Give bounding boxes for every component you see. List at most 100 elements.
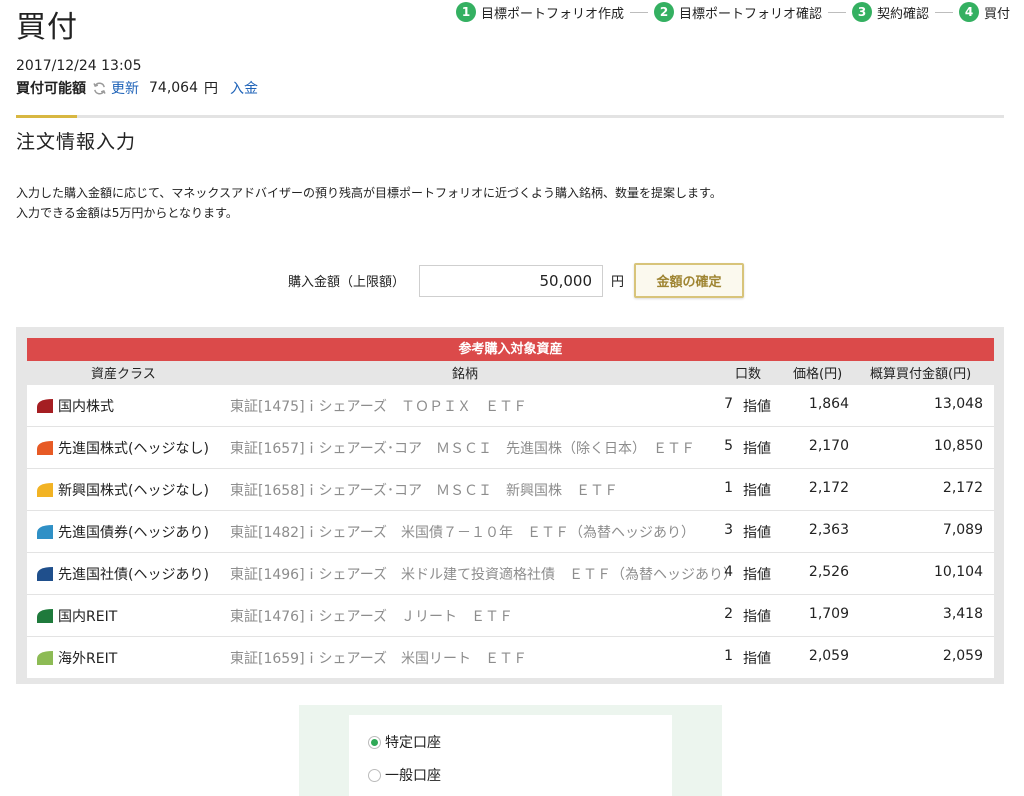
asset-table-body: 国内株式 東証[1475]ｉシェアーズ ＴＯＰＩＸ ＥＴＦ 7 指値 1,864… — [27, 385, 994, 678]
fund-name: 東証[1496]ｉシェアーズ 米ドル建て投資適格社債 ＥＴＦ（為替ヘッジあり） — [230, 567, 738, 583]
asset-color-swatch — [37, 567, 53, 581]
fund-name: 東証[1482]ｉシェアーズ 米国債７－１０年 ＥＴＦ（為替ヘッジあり） — [230, 525, 696, 541]
radio-button-selected[interactable] — [368, 735, 381, 749]
quantity: 7 — [724, 396, 733, 412]
estimated-amount: 10,850 — [934, 438, 983, 454]
purchase-amount-label: 購入金額（上限額） — [288, 275, 406, 290]
table-row: 先進国社債(ヘッジあり) 東証[1496]ｉシェアーズ 米ドル建て投資適格社債 … — [27, 553, 994, 595]
estimated-amount: 2,172 — [942, 480, 983, 496]
asset-class-name: 先進国債券(ヘッジあり) — [58, 525, 209, 541]
account-option-label: 一般口座 — [385, 768, 441, 784]
description-line: 入力できる金額は5万円からとなります。 — [16, 206, 238, 220]
price: 2,526 — [808, 564, 849, 580]
estimated-amount: 10,104 — [934, 564, 983, 580]
radio-button[interactable] — [368, 768, 381, 782]
estimated-amount: 7,089 — [942, 522, 983, 538]
column-header-asset-class: 資産クラス — [91, 367, 156, 382]
purchase-amount-input[interactable] — [419, 264, 604, 297]
quantity: 2 — [724, 606, 733, 622]
refresh-link[interactable]: 更新 — [111, 78, 139, 98]
price: 2,363 — [808, 522, 849, 538]
price: 1,709 — [808, 606, 849, 622]
price: 2,172 — [808, 480, 849, 496]
account-option-specific[interactable]: 特定口座 — [368, 732, 441, 752]
step-separator — [630, 11, 649, 13]
step-label: 目標ポートフォリオ作成 — [481, 6, 625, 22]
column-header-fund: 銘柄 — [452, 367, 479, 382]
step-label: 目標ポートフォリオ確認 — [679, 6, 823, 22]
asset-class-name: 先進国社債(ヘッジあり) — [58, 567, 209, 583]
table-row: 国内株式 東証[1475]ｉシェアーズ ＴＯＰＩＸ ＥＴＦ 7 指値 1,864… — [27, 385, 994, 427]
step-separator — [828, 11, 847, 13]
asset-class-icon — [37, 483, 53, 497]
table-row: 新興国株式(ヘッジなし) 東証[1658]ｉシェアーズ･コア ＭＳＣＩ 新興国株… — [27, 469, 994, 511]
order-type: 指値 — [743, 609, 771, 625]
account-option-general[interactable]: 一般口座 — [368, 765, 441, 785]
order-type: 指値 — [743, 651, 771, 667]
step-label: 契約確認 — [877, 6, 930, 22]
table-row: 海外REIT 東証[1659]ｉシェアーズ 米国リート ＥＴＦ 1 指値 2,0… — [27, 637, 994, 678]
section-divider — [16, 115, 1004, 118]
buying-power-amount: 74,064 — [149, 80, 198, 96]
page-title: 買付 — [16, 10, 78, 45]
fund-name: 東証[1476]ｉシェアーズ Ｊリート ＥＴＦ — [230, 609, 514, 625]
order-type: 指値 — [743, 525, 771, 541]
estimated-amount: 3,418 — [942, 606, 983, 622]
step-label: 買付 — [984, 6, 1011, 22]
column-header-qty: 口数 — [735, 367, 762, 382]
asset-class-icon — [37, 609, 53, 623]
order-type: 指値 — [743, 483, 771, 499]
progress-steps: 1 目標ポートフォリオ作成 2 目標ポートフォリオ確認 3 契約確認 4 買付 — [456, 2, 1010, 22]
asset-class-name: 海外REIT — [58, 651, 118, 667]
fund-name: 東証[1658]ｉシェアーズ･コア ＭＳＣＩ 新興国株 ＥＴＦ — [230, 483, 619, 499]
account-type-options: 特定口座 一般口座 — [349, 715, 672, 796]
order-type: 指値 — [743, 399, 771, 415]
asset-class-name: 国内REIT — [58, 609, 118, 625]
estimated-amount: 13,048 — [934, 396, 983, 412]
asset-class-icon — [37, 567, 53, 581]
column-header-price: 価格(円) — [793, 367, 843, 382]
asset-color-swatch — [37, 483, 53, 497]
quantity: 4 — [724, 564, 733, 580]
table-row: 国内REIT 東証[1476]ｉシェアーズ Ｊリート ＥＴＦ 2 指値 1,70… — [27, 595, 994, 637]
price: 1,864 — [808, 396, 849, 412]
buying-power-label: 買付可能額 — [16, 81, 86, 97]
step-number: 3 — [852, 2, 873, 22]
refresh-icon[interactable] — [92, 81, 107, 96]
purchase-amount-row: 購入金額（上限額） 円 金額の確定 — [288, 263, 745, 298]
order-type: 指値 — [743, 567, 771, 583]
asset-color-swatch — [37, 399, 53, 413]
step-2: 2 目標ポートフォリオ確認 — [654, 2, 822, 22]
fund-name: 東証[1475]ｉシェアーズ ＴＯＰＩＸ ＥＴＦ — [230, 399, 528, 415]
asset-class-icon — [37, 399, 53, 413]
step-separator — [935, 11, 954, 13]
step-1: 1 目標ポートフォリオ作成 — [456, 2, 624, 22]
table-row: 先進国株式(ヘッジなし) 東証[1657]ｉシェアーズ･コア ＭＳＣＩ 先進国株… — [27, 427, 994, 469]
quantity: 5 — [724, 438, 733, 454]
price: 2,059 — [808, 648, 849, 664]
asset-class-icon — [37, 651, 53, 665]
quantity: 1 — [724, 480, 733, 496]
asset-color-swatch — [37, 609, 53, 623]
order-type: 指値 — [743, 441, 771, 457]
step-number: 4 — [959, 2, 980, 22]
quantity: 3 — [724, 522, 733, 538]
price: 2,170 — [808, 438, 849, 454]
timestamp: 2017/12/24 13:05 — [16, 58, 142, 74]
description: 入力した購入金額に応じて、マネックスアドバイザーの預り残高が目標ポートフォリオに… — [16, 183, 722, 223]
step-4: 4 買付 — [959, 2, 1010, 22]
account-option-label: 特定口座 — [385, 735, 441, 751]
table-title: 参考購入対象資産 — [27, 338, 994, 361]
asset-color-swatch — [37, 525, 53, 539]
description-line: 入力した購入金額に応じて、マネックスアドバイザーの預り残高が目標ポートフォリオに… — [16, 186, 722, 200]
deposit-link[interactable]: 入金 — [230, 78, 258, 98]
confirm-amount-button[interactable]: 金額の確定 — [634, 263, 745, 298]
estimated-amount: 2,059 — [942, 648, 983, 664]
step-3: 3 契約確認 — [852, 2, 929, 22]
fund-name: 東証[1657]ｉシェアーズ･コア ＭＳＣＩ 先進国株（除く日本） ＥＴＦ — [230, 441, 696, 457]
purchase-amount-unit: 円 — [611, 275, 625, 290]
asset-class-name: 新興国株式(ヘッジなし) — [58, 483, 209, 499]
buying-power: 買付可能額 更新 74,064 円 入金 — [16, 78, 258, 98]
column-header-amount: 概算買付金額(円) — [870, 367, 972, 382]
quantity: 1 — [724, 648, 733, 664]
